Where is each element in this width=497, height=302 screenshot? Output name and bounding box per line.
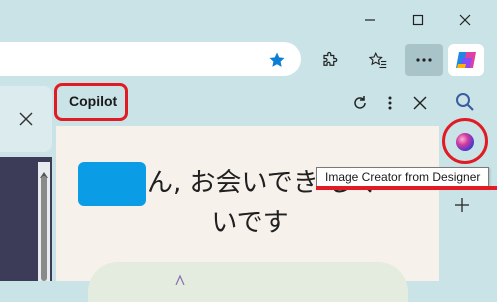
highlight-box-title xyxy=(54,83,128,121)
pane-more-button[interactable] xyxy=(380,93,400,113)
minimize-icon xyxy=(365,19,375,21)
maximize-button[interactable] xyxy=(403,6,433,34)
more-dots-icon xyxy=(416,58,432,62)
suggestion-card[interactable] xyxy=(88,262,408,302)
close-icon xyxy=(413,96,427,110)
extensions-button[interactable] xyxy=(316,46,344,74)
close-pane-button[interactable] xyxy=(410,93,430,113)
minimize-button[interactable] xyxy=(355,6,385,34)
favorites-list-icon xyxy=(368,51,387,69)
designer-icon xyxy=(456,133,474,151)
sparkle-icon xyxy=(172,270,192,286)
vertical-dots-icon xyxy=(388,96,392,110)
scroll-up-arrow-icon[interactable] xyxy=(40,164,48,178)
refresh-icon xyxy=(354,96,366,109)
highlight-underline xyxy=(316,186,497,190)
more-menu-button[interactable] xyxy=(405,44,443,76)
scrollbar-thumb[interactable] xyxy=(41,176,47,281)
redacted-username-block xyxy=(78,162,146,206)
image-creator-button[interactable] xyxy=(454,131,476,153)
greeting-line-2: いです xyxy=(211,208,289,238)
favorites-button[interactable] xyxy=(364,46,392,74)
refresh-button[interactable] xyxy=(350,93,370,113)
plus-icon xyxy=(455,198,469,212)
tooltip: Image Creator from Designer xyxy=(316,167,490,188)
close-tab-button[interactable] xyxy=(16,109,36,129)
add-sidebar-app-button[interactable] xyxy=(454,196,470,218)
close-button[interactable] xyxy=(450,6,480,34)
copilot-logo-icon xyxy=(456,52,476,68)
puzzle-icon xyxy=(323,51,338,66)
star-filled-icon xyxy=(269,52,285,67)
search-icon xyxy=(456,93,474,111)
sidebar-search-button[interactable] xyxy=(453,90,477,114)
favorite-star-button[interactable] xyxy=(263,46,291,74)
address-bar[interactable] xyxy=(0,42,301,76)
maximize-icon xyxy=(412,14,424,26)
close-icon xyxy=(19,112,33,126)
copilot-toolbar-button[interactable] xyxy=(448,44,484,76)
close-icon xyxy=(459,14,471,26)
